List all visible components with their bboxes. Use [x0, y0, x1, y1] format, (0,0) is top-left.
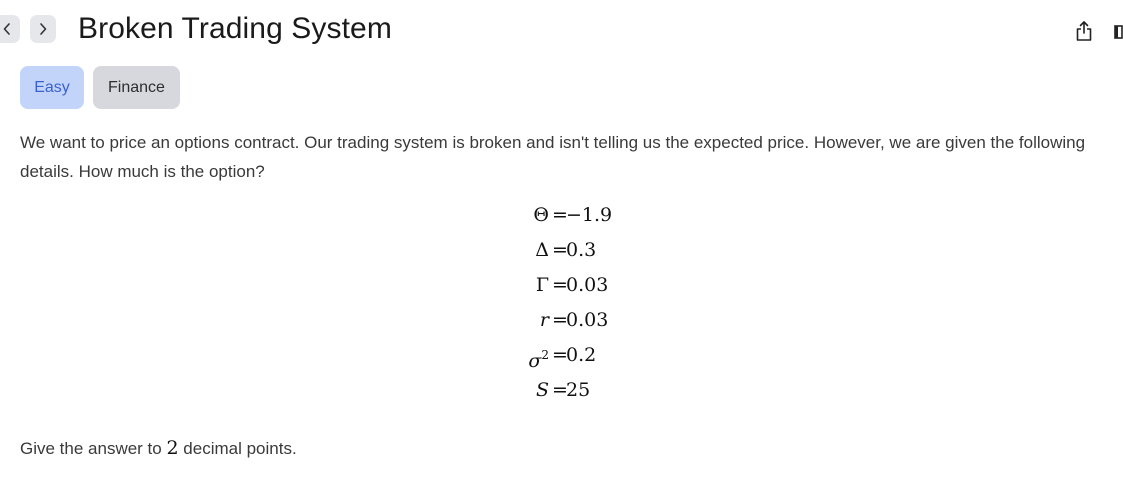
equals-sign: =: [552, 204, 568, 226]
given-value: 0.03: [566, 309, 609, 331]
given-symbol: Γ: [535, 274, 549, 296]
given-symbol: S: [535, 379, 549, 401]
equals-sign: =: [552, 309, 568, 331]
equals-sign: =: [552, 239, 568, 261]
given-delta: Δ = 0.3: [0, 233, 1123, 268]
instruction-after: decimal points.: [178, 439, 297, 458]
topic-tag[interactable]: Finance: [93, 66, 180, 109]
given-rate: r = 0.03: [0, 303, 1123, 338]
chevron-left-icon: [3, 23, 10, 35]
given-symbol: r: [539, 309, 549, 331]
question-page: Broken Trading System Easy Finance We wa…: [0, 0, 1123, 481]
equals-sign: =: [552, 274, 568, 296]
forward-button[interactable]: [30, 15, 56, 43]
given-value: 0.2: [566, 344, 597, 366]
given-gamma: Γ = 0.03: [0, 268, 1123, 303]
page-title: Broken Trading System: [78, 12, 392, 45]
given-theta: Θ = −1.9: [0, 198, 1123, 233]
given-value: 0.03: [566, 274, 609, 296]
decimal-count: 2: [166, 437, 179, 459]
share-icon[interactable]: [1074, 20, 1094, 42]
given-symbol: Θ: [533, 204, 549, 226]
given-symbol: Δ: [535, 239, 549, 261]
given-spot: S = 25: [0, 373, 1123, 408]
given-symbol: σ: [528, 350, 542, 372]
given-superscript: 2: [541, 348, 549, 362]
instruction-before: Give the answer to: [20, 439, 167, 458]
answer-instructions: Give the answer to 2 decimal points.: [20, 434, 297, 463]
equals-sign: =: [552, 344, 568, 366]
given-value: 25: [566, 379, 591, 401]
chevron-right-icon: [40, 23, 47, 35]
equals-sign: =: [552, 379, 568, 401]
question-text: We want to price an options contract. Ou…: [20, 133, 1086, 181]
difficulty-tag[interactable]: Easy: [20, 66, 84, 109]
panel-icon[interactable]: [1114, 25, 1123, 39]
given-value: 0.3: [566, 239, 597, 261]
given-variance: σ2 = 0.2: [0, 338, 1123, 373]
back-button[interactable]: [0, 15, 20, 43]
given-value: −1.9: [566, 204, 613, 226]
